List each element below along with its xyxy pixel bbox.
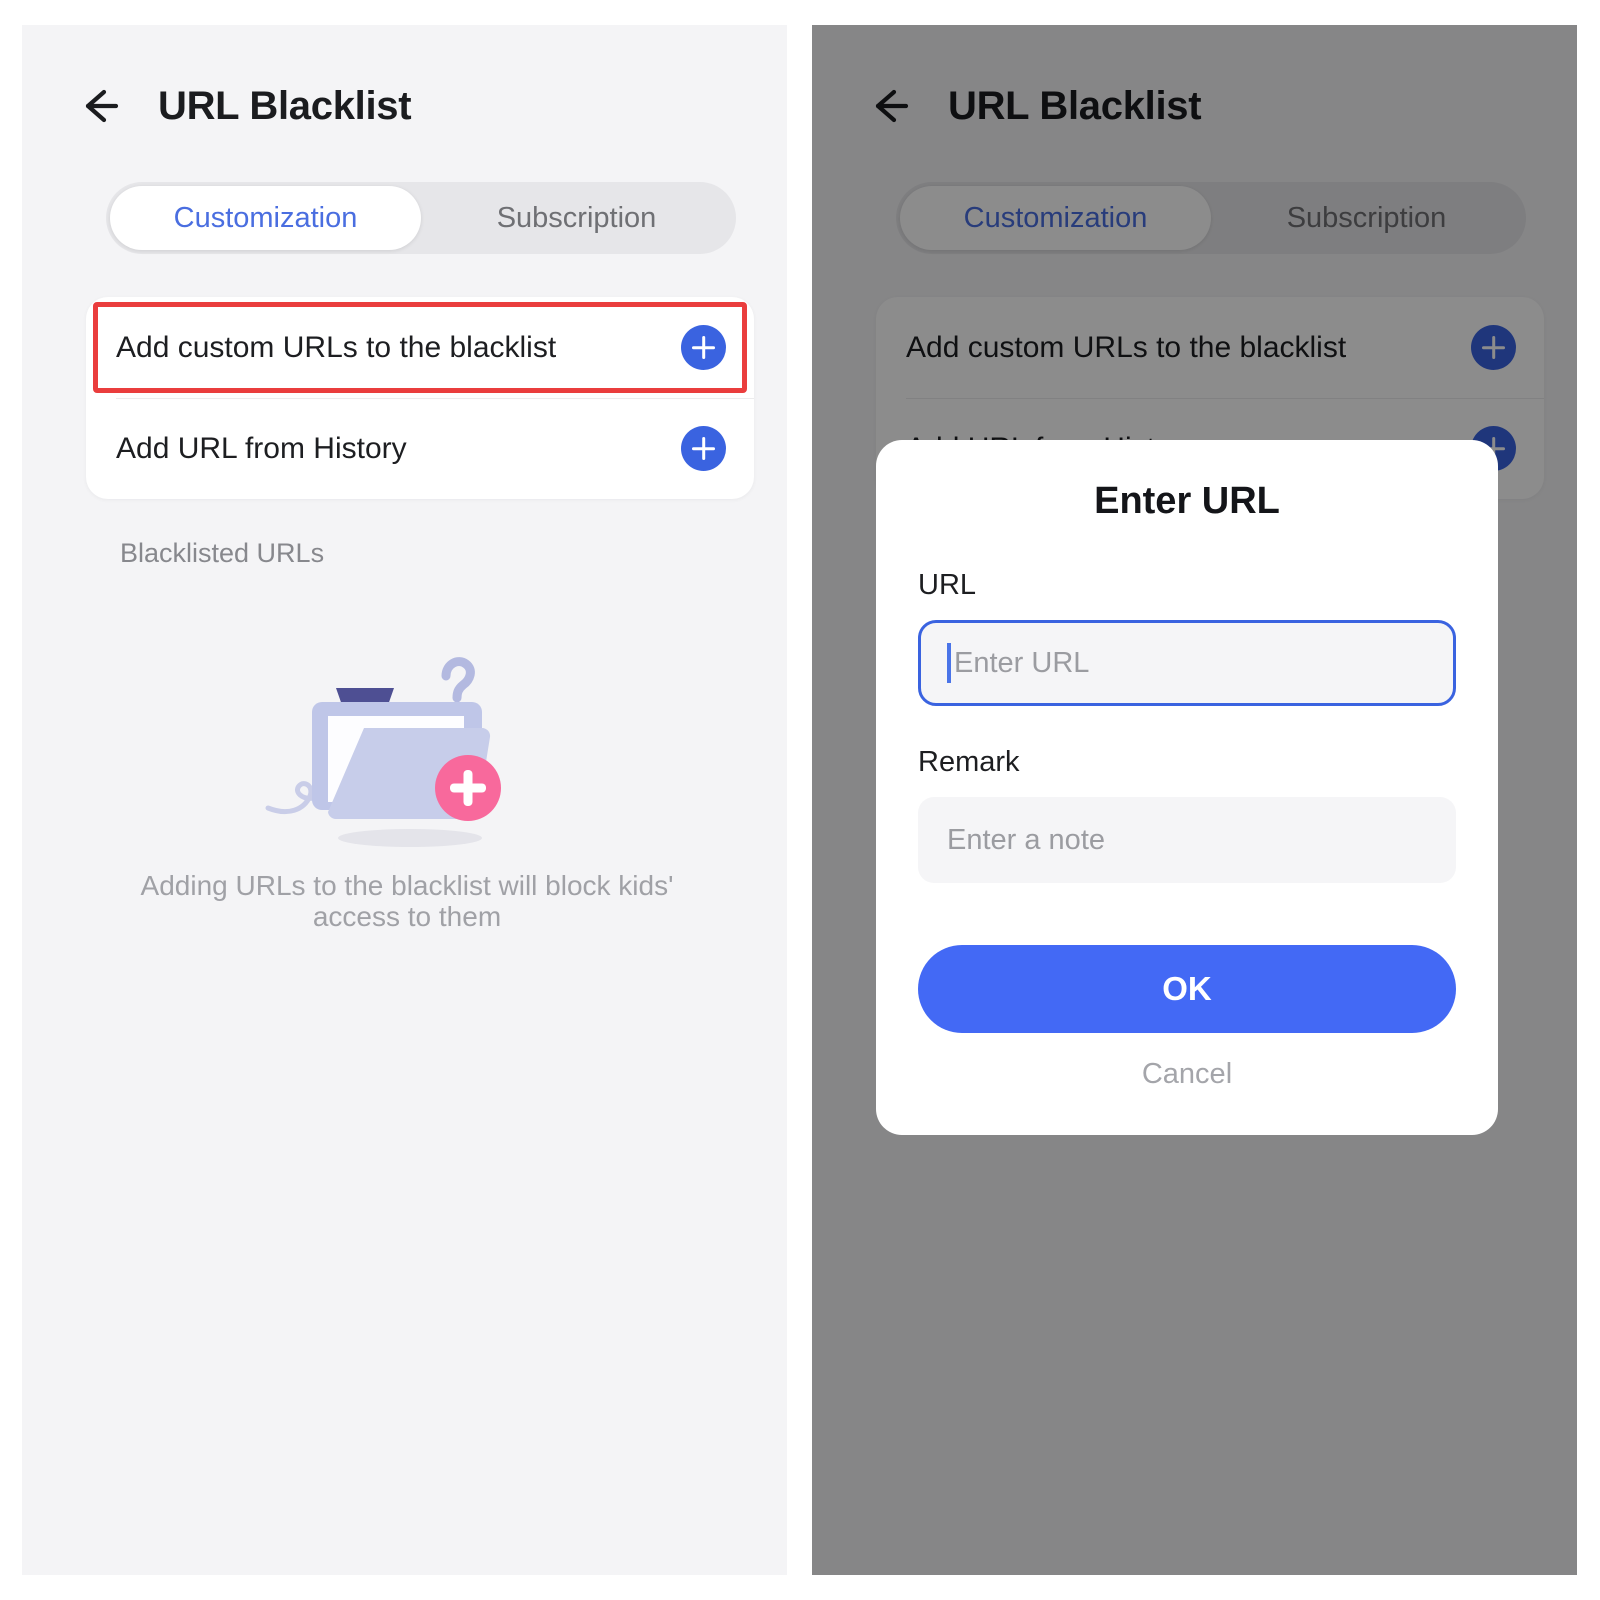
tab-bar: Customization Subscription: [106, 182, 736, 254]
back-arrow-icon[interactable]: [64, 70, 136, 142]
tab-subscription-label: Subscription: [496, 201, 657, 234]
plus-circle-icon[interactable]: [681, 426, 726, 471]
cancel-button-label: Cancel: [1141, 1058, 1233, 1090]
ok-button-label: OK: [1162, 970, 1212, 1007]
remark-field-label: Remark: [918, 746, 1020, 778]
tab-customization[interactable]: Customization: [110, 186, 421, 250]
remark-input-placeholder: Enter a note: [947, 823, 1105, 856]
add-url-from-history-label: Add URL from History: [116, 431, 407, 465]
add-custom-urls-row[interactable]: Add custom URLs to the blacklist: [86, 297, 754, 398]
url-field-label: URL: [918, 569, 977, 601]
remark-input[interactable]: Enter a note: [918, 797, 1456, 883]
url-input-placeholder: Enter URL: [954, 646, 1090, 679]
add-custom-urls-label: Add custom URLs to the blacklist: [116, 330, 557, 364]
folder-add-illustration: [260, 640, 550, 855]
tab-customization-label: Customization: [173, 201, 358, 234]
page-title: URL Blacklist: [158, 83, 412, 128]
empty-state-caption: Adding URLs to the blacklist will block …: [140, 870, 674, 933]
phone-panel-right: URL Blacklist Customization Subscription…: [812, 25, 1577, 1575]
phone-panel-left: URL Blacklist Customization Subscription…: [22, 25, 787, 1575]
screenshot-stage: URL Blacklist Customization Subscription…: [0, 0, 1600, 1600]
dialog-title: Enter URL: [1094, 480, 1280, 522]
url-input[interactable]: Enter URL: [918, 620, 1456, 706]
enter-url-dialog: Enter URL URL Enter URL Remark Enter a n…: [876, 440, 1498, 1135]
add-url-from-history-row[interactable]: Add URL from History: [86, 398, 754, 499]
app-bar: URL Blacklist: [22, 67, 787, 145]
text-caret: [947, 643, 951, 683]
ok-button[interactable]: OK: [918, 945, 1456, 1033]
tab-subscription[interactable]: Subscription: [421, 186, 732, 250]
cancel-button[interactable]: Cancel: [918, 1058, 1456, 1091]
url-blacklist-screen: URL Blacklist Customization Subscription…: [22, 25, 787, 1575]
add-actions-card: Add custom URLs to the blacklist Add URL…: [86, 297, 754, 499]
blacklisted-urls-label: Blacklisted URLs: [120, 538, 325, 568]
plus-circle-icon[interactable]: [681, 325, 726, 370]
